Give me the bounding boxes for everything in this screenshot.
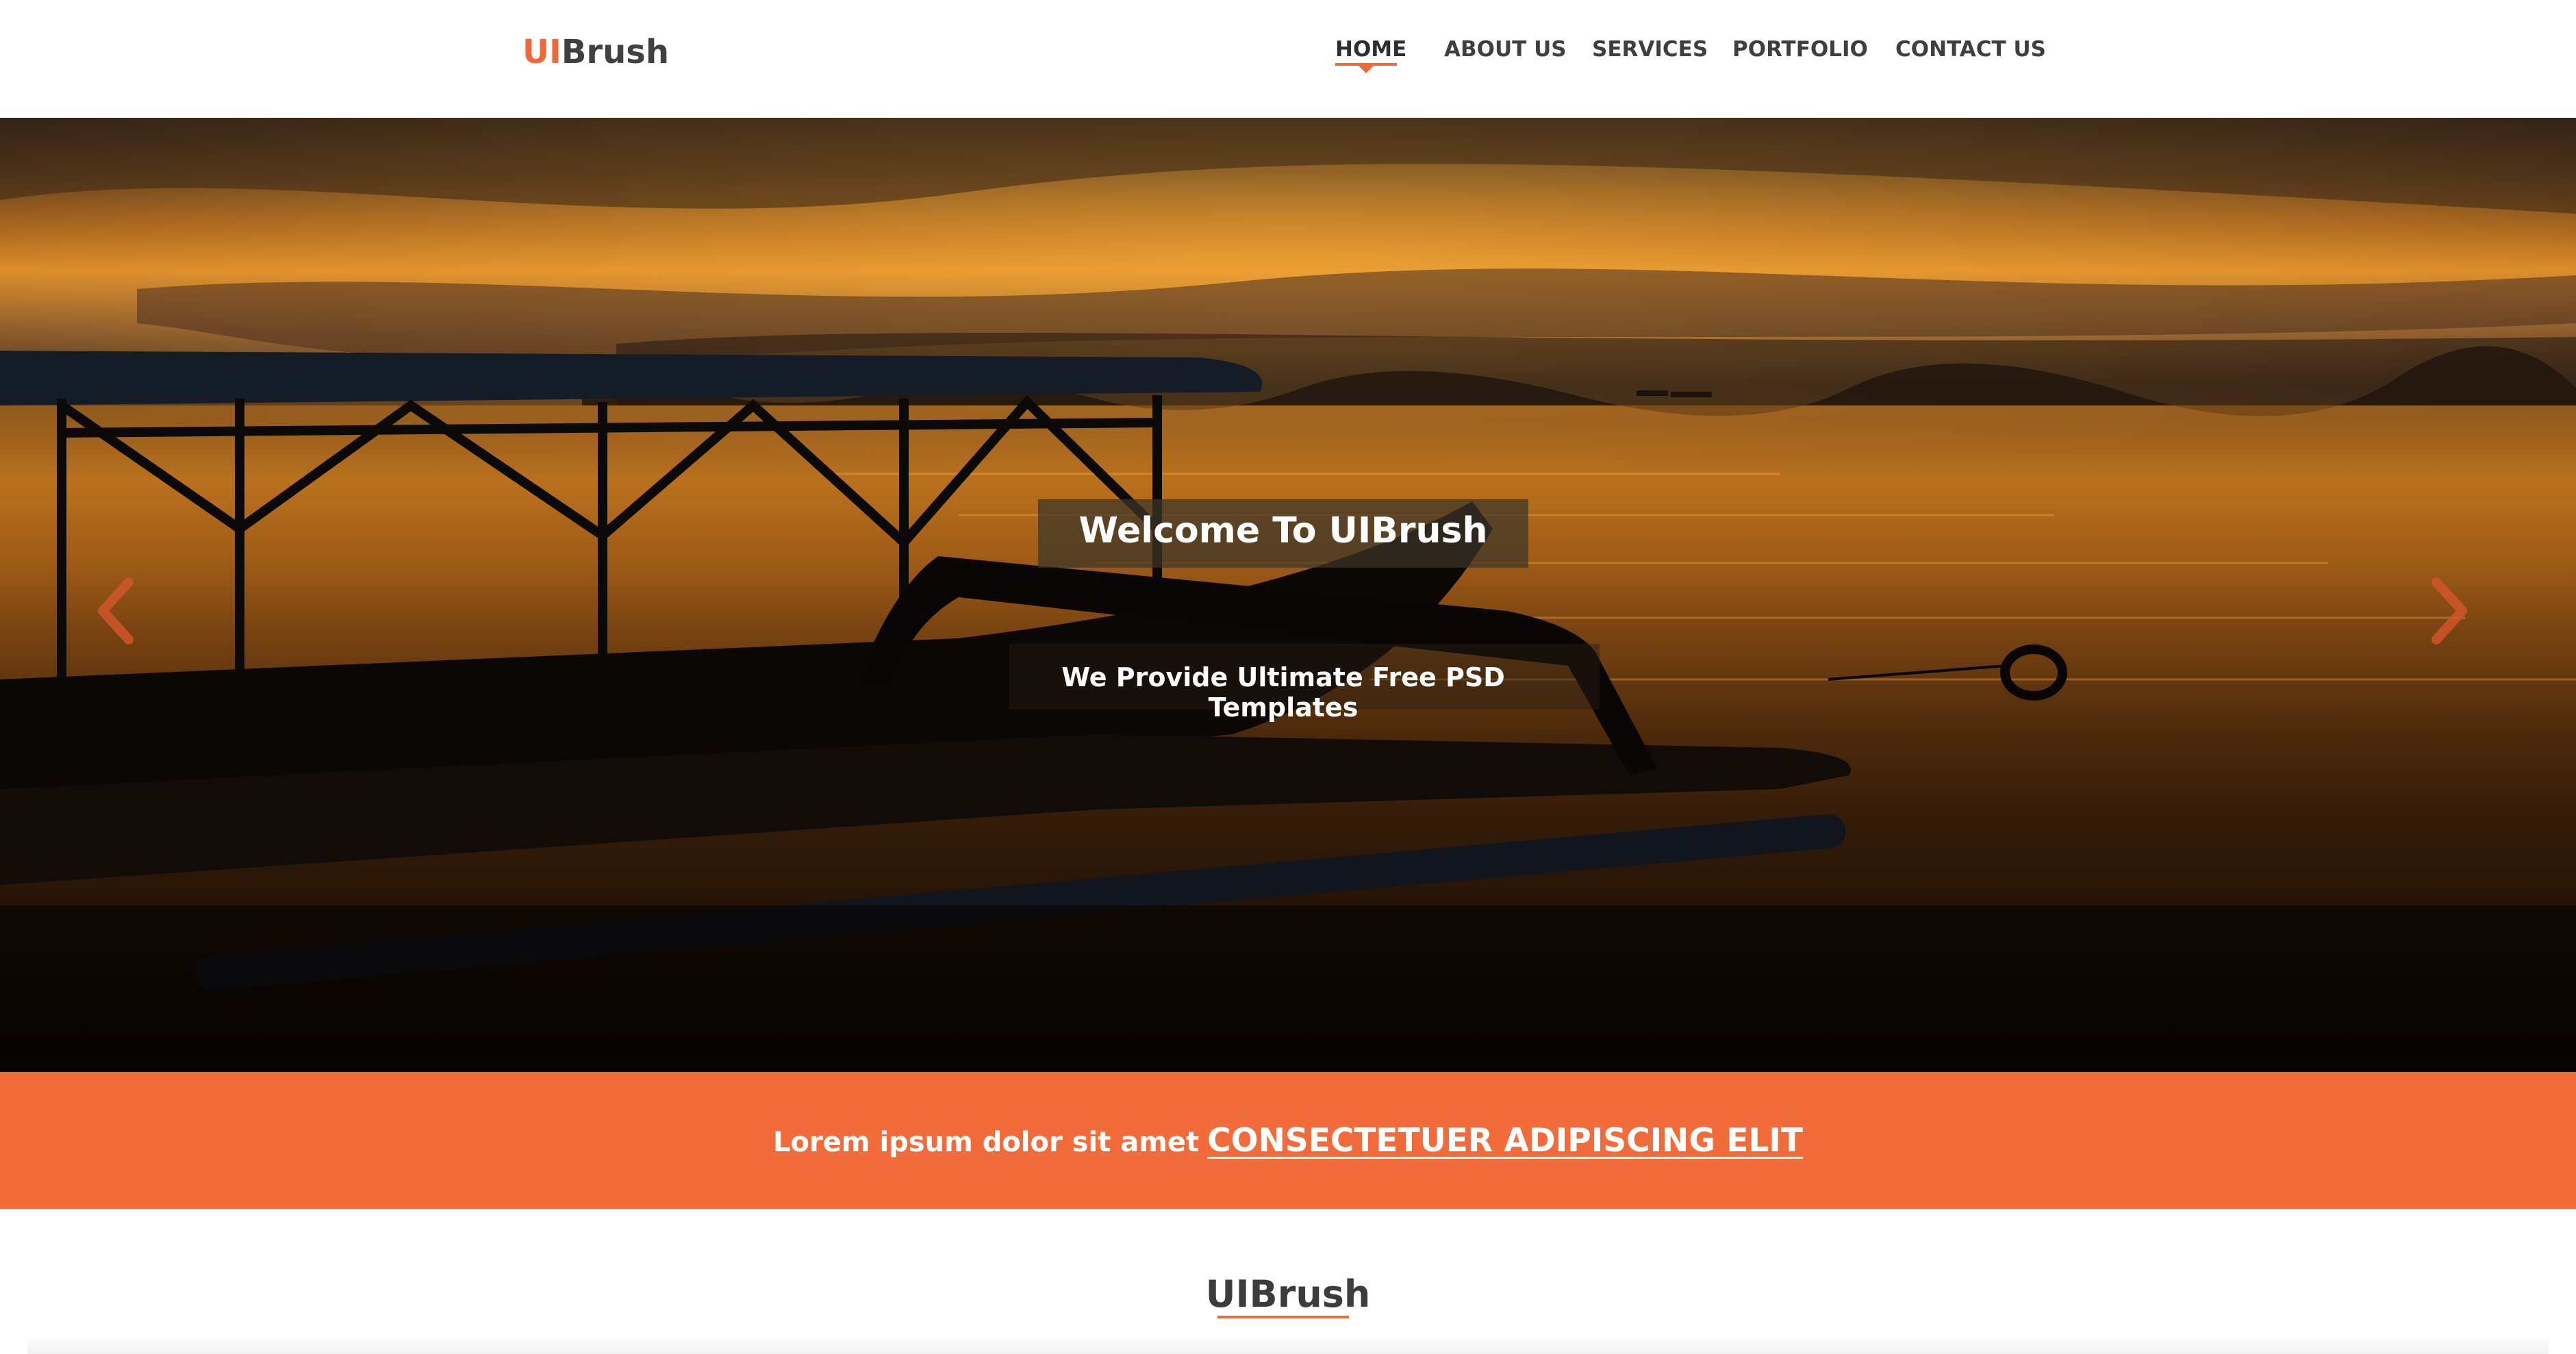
chevron-right-icon	[2432, 577, 2467, 644]
site-header: UIBrush HOME ABOUT US SERVICES PORTFOLIO…	[0, 0, 2576, 118]
section-title: UIBrush	[1205, 1272, 1371, 1316]
promo-banner-text: Lorem ipsum dolor sit amet	[773, 1127, 1200, 1158]
promo-banner-content: Lorem ipsum dolor sit amet CONSECTETUER …	[0, 1072, 2576, 1209]
nav-item-contact-us[interactable]: CONTACT US	[1895, 37, 2046, 62]
slider-next-button[interactable]	[2417, 570, 2479, 652]
slider-prev-button[interactable]	[86, 570, 148, 652]
section-title-underline	[1217, 1316, 1349, 1318]
chevron-left-icon	[98, 577, 134, 644]
promo-banner-link[interactable]: CONSECTETUER ADIPISCING ELIT	[1207, 1122, 1803, 1159]
hero-background-image	[0, 118, 2576, 1072]
site-logo[interactable]: UIBrush	[522, 33, 669, 71]
promo-banner: Lorem ipsum dolor sit amet CONSECTETUER …	[0, 1072, 2576, 1209]
hero-slider: Welcome To UIBrush We Provide Ultimate F…	[0, 118, 2576, 1072]
section-content-edge	[27, 1339, 2549, 1354]
nav-item-services[interactable]: SERVICES	[1592, 37, 1708, 62]
nav-active-caret-icon	[1359, 66, 1374, 73]
logo-accent: UI	[522, 33, 561, 71]
nav-item-portfolio[interactable]: PORTFOLIO	[1732, 37, 1868, 62]
hero-subtitle: We Provide Ultimate Free PSD Templates	[1061, 662, 1505, 723]
hero-title: Welcome To UIBrush	[1078, 510, 1488, 551]
nav-item-about-us[interactable]: ABOUT US	[1444, 37, 1567, 62]
nav-item-home[interactable]: HOME	[1335, 37, 1406, 62]
logo-rest: Brush	[561, 33, 670, 71]
